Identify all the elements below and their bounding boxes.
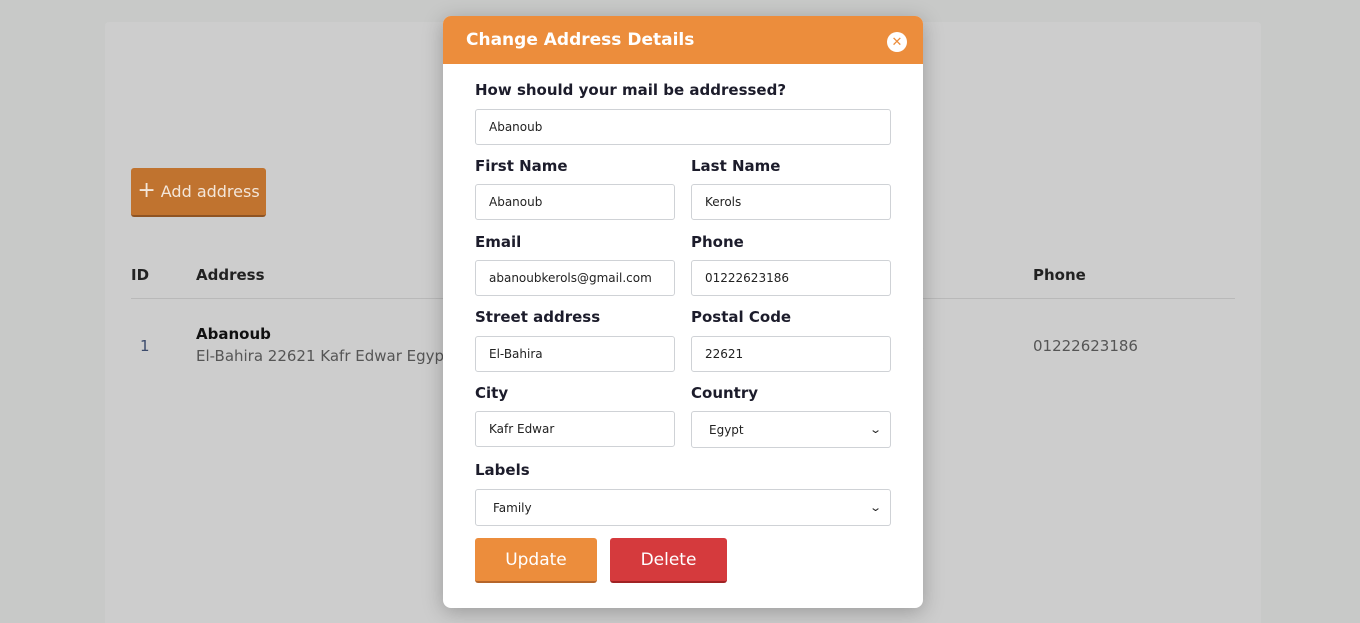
row-address: El-Bahira 22621 Kafr Edwar Egypt bbox=[196, 347, 450, 365]
street-label: Street address bbox=[475, 308, 601, 326]
plus-icon: + bbox=[137, 177, 156, 203]
header-phone: Phone bbox=[1033, 266, 1086, 284]
chevron-down-icon: ⌄ bbox=[868, 423, 882, 436]
postal-code-label: Postal Code bbox=[691, 308, 792, 326]
last-name-label: Last Name bbox=[691, 157, 781, 175]
addressee-input[interactable]: Abanoub bbox=[475, 109, 891, 145]
country-select[interactable]: Egypt ⌄ bbox=[691, 411, 891, 448]
country-label: Country bbox=[691, 384, 759, 402]
phone-input[interactable]: 01222623186 bbox=[691, 260, 891, 296]
header-id: ID bbox=[131, 266, 150, 284]
row-name: Abanoub bbox=[196, 325, 271, 343]
country-selected-value: Egypt bbox=[709, 422, 744, 437]
first-name-label: First Name bbox=[475, 157, 568, 175]
delete-button[interactable]: Delete bbox=[610, 538, 727, 583]
add-address-label: Add address bbox=[160, 182, 260, 201]
labels-select[interactable]: Family ⌄ bbox=[475, 489, 891, 526]
last-name-input[interactable]: Kerols bbox=[691, 184, 891, 220]
modal-title: Change Address Details bbox=[466, 30, 695, 50]
close-icon[interactable]: ✕ bbox=[887, 32, 907, 52]
header-address: Address bbox=[196, 266, 265, 284]
first-name-input[interactable]: Abanoub bbox=[475, 184, 675, 220]
row-phone: 01222623186 bbox=[1033, 337, 1138, 355]
city-input[interactable]: Kafr Edwar bbox=[475, 411, 675, 447]
city-label: City bbox=[475, 384, 509, 402]
row-id: 1 bbox=[140, 337, 150, 355]
modal-header: Change Address Details ✕ bbox=[443, 16, 923, 64]
add-address-button[interactable]: + Add address bbox=[131, 168, 266, 217]
email-label: Email bbox=[475, 233, 522, 251]
email-input[interactable]: abanoubkerols@gmail.com bbox=[475, 260, 675, 296]
street-input[interactable]: El-Bahira bbox=[475, 336, 675, 372]
postal-code-input[interactable]: 22621 bbox=[691, 336, 891, 372]
addressee-label: How should your mail be addressed? bbox=[475, 81, 787, 99]
update-button[interactable]: Update bbox=[475, 538, 597, 583]
phone-label: Phone bbox=[691, 233, 744, 251]
labels-selected-value: Family bbox=[493, 500, 532, 515]
change-address-modal: Change Address Details ✕ How should your… bbox=[443, 16, 923, 608]
labels-label: Labels bbox=[475, 461, 530, 479]
chevron-down-icon: ⌄ bbox=[868, 501, 882, 514]
